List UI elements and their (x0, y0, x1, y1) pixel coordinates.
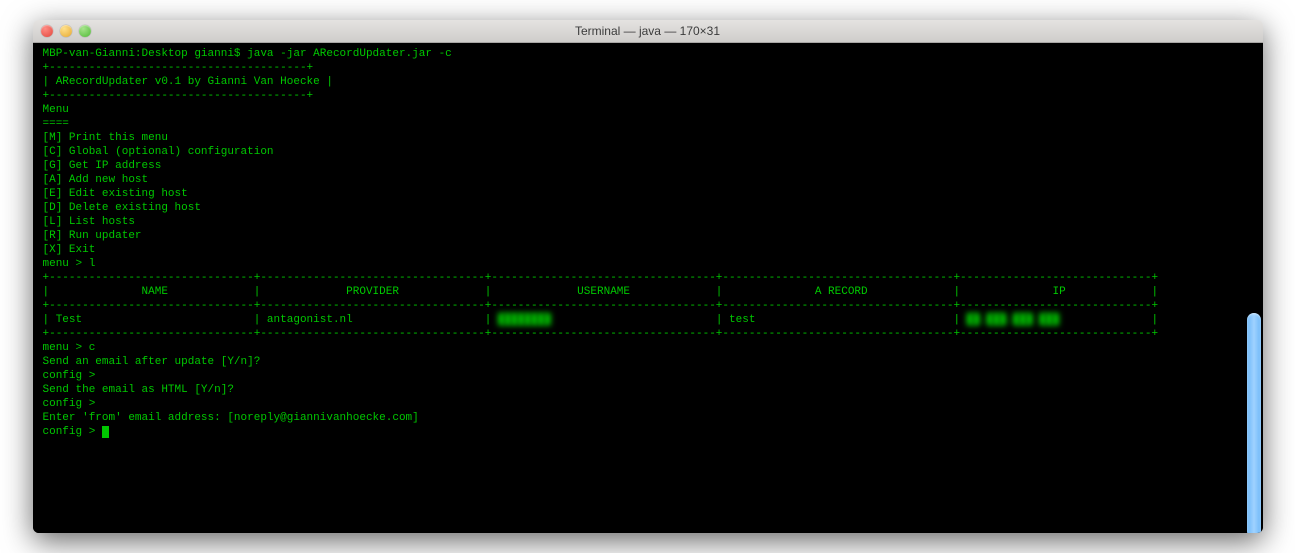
question: Send the email as HTML [Y/n]? (43, 383, 1253, 397)
config-prompt: config > (43, 397, 1253, 411)
terminal-content[interactable]: MBP-van-Gianni:Desktop gianni$ java -jar… (33, 43, 1263, 533)
box-content: | ARecordUpdater v0.1 by Gianni Van Hoec… (43, 75, 1253, 89)
username-blurred: ████████ (498, 314, 551, 326)
menu-item: [E] Edit existing host (43, 187, 1253, 201)
menu-item: [M] Print this menu (43, 131, 1253, 145)
cmd-line: MBP-van-Gianni:Desktop gianni$ java -jar… (43, 47, 1253, 61)
terminal-window: Terminal — java — 170×31 MBP-van-Gianni:… (33, 20, 1263, 533)
menu-item: [X] Exit (43, 243, 1253, 257)
config-prompt: config > (43, 369, 1253, 383)
close-icon[interactable] (41, 25, 53, 37)
menu-item: [C] Global (optional) configuration (43, 145, 1253, 159)
question: Send an email after update [Y/n]? (43, 355, 1253, 369)
menu-item: [R] Run updater (43, 229, 1253, 243)
menu-item: [A] Add new host (43, 173, 1253, 187)
cursor-icon (102, 426, 109, 438)
config-prompt-active[interactable]: config > (43, 425, 1253, 439)
traffic-lights (41, 25, 91, 37)
zoom-icon[interactable] (79, 25, 91, 37)
table-row: | Test | antagonist.nl | ████████ | test… (43, 313, 1253, 327)
menu-sep: ==== (43, 117, 1253, 131)
ip-blurred: ██.███.███ ███ (967, 314, 1059, 326)
prompt-text: config > (43, 426, 102, 438)
minimize-icon[interactable] (60, 25, 72, 37)
row-mid: | test | (551, 314, 967, 326)
menu-item: [D] Delete existing host (43, 201, 1253, 215)
box-border-top: +---------------------------------------… (43, 61, 1253, 75)
window-title: Terminal — java — 170×31 (33, 24, 1263, 38)
question: Enter 'from' email address: [noreply@gia… (43, 411, 1253, 425)
terminal-area[interactable]: MBP-van-Gianni:Desktop gianni$ java -jar… (33, 43, 1263, 533)
menu-header: Menu (43, 103, 1253, 117)
table-border: +-------------------------------+-------… (43, 271, 1253, 285)
row-end: | (1059, 314, 1158, 326)
row-prefix: | Test | antagonist.nl | (43, 314, 498, 326)
menu-prompt: menu > c (43, 341, 1253, 355)
table-border: +-------------------------------+-------… (43, 327, 1253, 341)
menu-prompt: menu > l (43, 257, 1253, 271)
table-border: +-------------------------------+-------… (43, 299, 1253, 313)
box-border-bot: +---------------------------------------… (43, 89, 1253, 103)
table-header: | NAME | PROVIDER | USERNAME | A RECORD … (43, 285, 1253, 299)
menu-item: [L] List hosts (43, 215, 1253, 229)
titlebar[interactable]: Terminal — java — 170×31 (33, 20, 1263, 43)
scrollbar-thumb[interactable] (1247, 313, 1261, 533)
menu-item: [G] Get IP address (43, 159, 1253, 173)
